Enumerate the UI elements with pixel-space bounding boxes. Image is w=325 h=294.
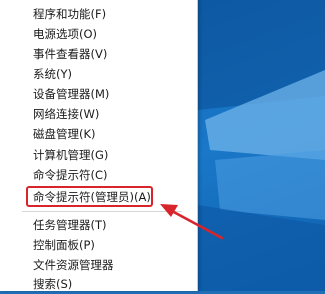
- menu-item-network-connections[interactable]: 网络连接(W): [0, 104, 197, 124]
- menu-item-label: 事件查看器(V): [33, 47, 108, 61]
- menu-item-label: 网络连接(W): [33, 107, 100, 121]
- menu-item-label: 程序和功能(F): [33, 7, 107, 21]
- menu-item-label: 系统(Y): [33, 67, 72, 81]
- menu-item-device-manager[interactable]: 设备管理器(M): [0, 84, 197, 104]
- annotation-highlight-box: [26, 186, 153, 207]
- menu-item-label: 电源选项(O): [33, 27, 98, 41]
- menu-item-command-prompt[interactable]: 命令提示符(C): [0, 165, 197, 185]
- menu-item-task-manager[interactable]: 任务管理器(T): [0, 215, 197, 235]
- menu-item-file-explorer[interactable]: 文件资源管理器: [0, 255, 197, 275]
- menu-item-system[interactable]: 系统(Y): [0, 64, 197, 84]
- quick-link-context-menu: 程序和功能(F) 电源选项(O) 事件查看器(V) 系统(Y) 设备管理器(M)…: [0, 0, 198, 291]
- menu-item-label: 文件资源管理器: [33, 258, 114, 272]
- menu-item-disk-management[interactable]: 磁盘管理(K): [0, 124, 197, 144]
- menu-item-label: 命令提示符(C): [33, 168, 108, 182]
- menu-item-label: 设备管理器(M): [33, 87, 110, 101]
- menu-item-label: 计算机管理(G): [33, 148, 109, 162]
- menu-item-control-panel[interactable]: 控制面板(P): [0, 235, 197, 255]
- menu-item-event-viewer[interactable]: 事件查看器(V): [0, 44, 197, 64]
- menu-item-computer-management[interactable]: 计算机管理(G): [0, 145, 197, 165]
- menu-item-label: 控制面板(P): [33, 238, 95, 252]
- menu-item-label: 搜索(S): [33, 277, 73, 291]
- menu-item-programs-features[interactable]: 程序和功能(F): [0, 4, 197, 24]
- menu-item-label: 任务管理器(T): [33, 218, 107, 232]
- menu-item-label: 磁盘管理(K): [33, 127, 96, 141]
- menu-item-search[interactable]: 搜索(S): [0, 274, 197, 294]
- menu-separator: [22, 211, 182, 212]
- menu-item-power-options[interactable]: 电源选项(O): [0, 24, 197, 44]
